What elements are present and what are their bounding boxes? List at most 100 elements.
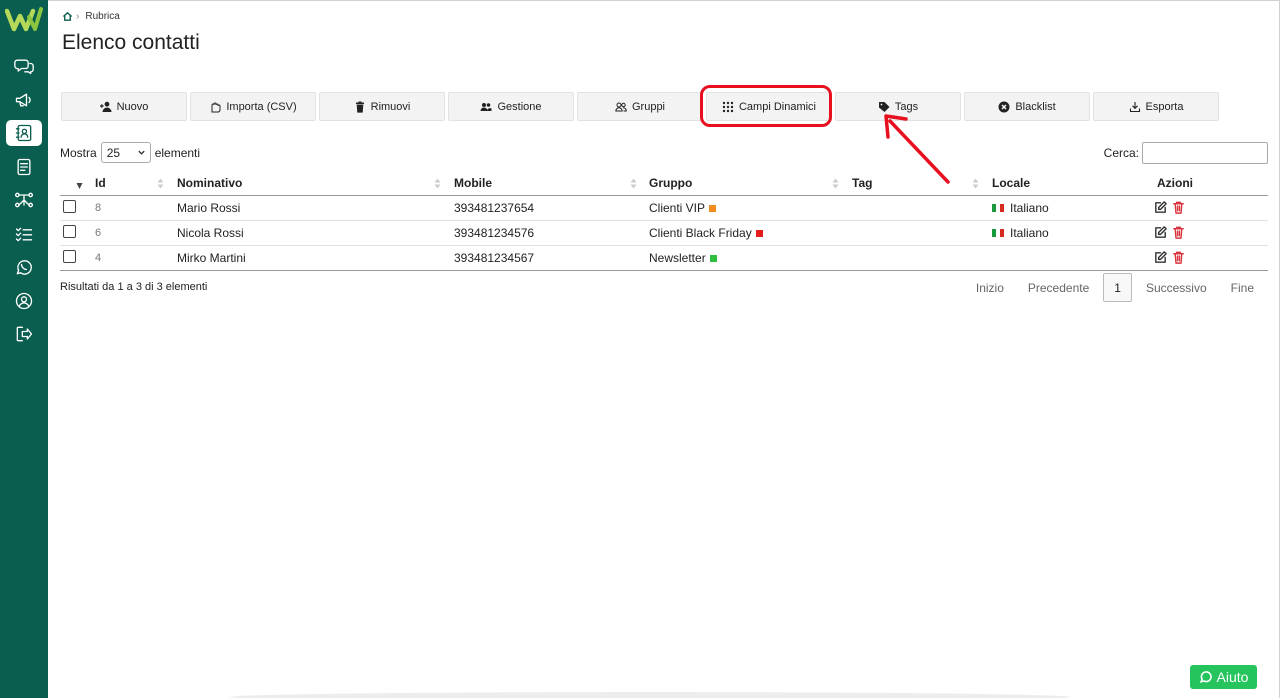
download-icon <box>1129 101 1140 112</box>
checklist-icon <box>15 227 33 242</box>
locale-label: Italiano <box>1010 225 1049 240</box>
cell-locale: Italiano <box>992 220 1153 246</box>
manage-label: Gestione <box>497 100 542 113</box>
group-color-swatch <box>709 254 717 262</box>
users-outline-icon <box>615 102 627 111</box>
header-name[interactable]: Nominativo <box>177 172 454 196</box>
chat-bubbles-icon <box>14 59 34 75</box>
page-title: Elenco contatti <box>62 31 200 54</box>
header-locale[interactable]: Locale <box>992 172 1153 196</box>
user-plus-icon <box>99 101 112 112</box>
megaphone-icon <box>15 93 31 107</box>
nav-profile[interactable] <box>6 288 42 314</box>
nav-contacts[interactable] <box>6 120 42 146</box>
cell-name: Nicola Rossi <box>177 220 454 246</box>
cell-locale: Italiano <box>992 195 1153 221</box>
cell-tag <box>852 195 992 221</box>
highlight-annotation <box>700 85 832 127</box>
table-header-row: Id Nominativo Mobile Gruppo Tag Locale A… <box>60 172 1268 196</box>
nav-flows[interactable] <box>6 187 42 213</box>
pager-next[interactable]: Successivo <box>1134 273 1219 302</box>
nav-tasks[interactable] <box>6 221 42 247</box>
nav-whatsapp[interactable] <box>6 254 42 280</box>
header-tag-label: Tag <box>852 176 873 191</box>
cell-mobile: 393481234567 <box>454 245 649 271</box>
cell-id: 4 <box>95 245 177 271</box>
edit-icon[interactable] <box>1153 225 1168 240</box>
search-input[interactable] <box>1142 142 1268 164</box>
bottom-shadow <box>230 692 1070 698</box>
cell-locale <box>992 245 1153 271</box>
header-id[interactable]: Id <box>95 172 177 196</box>
header-id-label: Id <box>95 176 106 191</box>
cell-tag <box>852 220 992 246</box>
header-mobile-label: Mobile <box>454 176 492 191</box>
group-color-swatch <box>755 229 763 237</box>
edit-icon[interactable] <box>1153 250 1168 265</box>
home-icon[interactable] <box>62 11 73 22</box>
row-checkbox[interactable] <box>63 249 76 263</box>
header-group[interactable]: Gruppo <box>649 172 852 196</box>
app-logo[interactable] <box>5 7 43 33</box>
page-size-control: Mostra 25 elementi <box>60 142 200 163</box>
show-suffix: elementi <box>154 145 201 160</box>
nav-templates[interactable] <box>6 154 42 180</box>
groups-button[interactable]: Gruppi <box>577 92 703 121</box>
results-summary: Risultati da 1 a 3 di 3 elementi <box>60 281 208 293</box>
import-csv-label: Importa (CSV) <box>226 100 297 113</box>
edit-icon[interactable] <box>1153 200 1168 215</box>
cell-tag <box>852 245 992 271</box>
pager-last[interactable]: Fine <box>1219 273 1266 302</box>
table-row[interactable]: 4 Mirko Martini 393481234567 Newsletter <box>60 245 1268 271</box>
cell-name: Mario Rossi <box>177 195 454 221</box>
address-book-icon <box>15 124 32 142</box>
cell-id: 8 <box>95 195 177 221</box>
toolbar: Nuovo Importa (CSV) Rimuovi Gestione Gru… <box>61 92 1219 121</box>
user-circle-icon <box>15 292 33 310</box>
row-checkbox[interactable] <box>63 199 76 213</box>
cell-mobile: 393481234576 <box>454 220 649 246</box>
export-button[interactable]: Esporta <box>1093 92 1219 121</box>
blacklist-button[interactable]: Blacklist <box>964 92 1090 121</box>
row-checkbox[interactable] <box>63 224 76 238</box>
italy-flag-icon <box>992 229 1004 238</box>
delete-icon[interactable] <box>1171 200 1186 215</box>
x-circle-icon <box>998 101 1010 112</box>
group-label: Clienti Black Friday <box>649 225 752 240</box>
cell-actions <box>1153 220 1268 246</box>
nav-logout[interactable] <box>6 321 42 347</box>
sort-icon <box>630 178 637 189</box>
whatsapp-icon <box>16 260 32 275</box>
manage-button[interactable]: Gestione <box>448 92 574 121</box>
search-label: Cerca: <box>1103 146 1139 160</box>
delete-icon[interactable] <box>1171 225 1186 240</box>
select-all-header[interactable] <box>60 172 95 196</box>
contacts-table: Id Nominativo Mobile Gruppo Tag Locale A… <box>60 172 1268 271</box>
header-mobile[interactable]: Mobile <box>454 172 649 196</box>
nav-campaigns[interactable] <box>6 87 42 113</box>
new-contact-button[interactable]: Nuovo <box>61 92 187 121</box>
pager-prev[interactable]: Precedente <box>1016 273 1101 302</box>
groups-label: Gruppi <box>631 100 666 113</box>
nav-chat[interactable] <box>6 53 42 79</box>
help-button[interactable]: Aiuto <box>1190 665 1257 689</box>
remove-button[interactable]: Rimuovi <box>319 92 445 121</box>
users-icon <box>480 102 492 111</box>
cell-actions <box>1153 195 1268 221</box>
blacklist-label: Blacklist <box>1015 100 1056 113</box>
page-size-select[interactable]: 25 <box>100 142 151 163</box>
pager-current[interactable]: 1 <box>1103 273 1132 302</box>
header-tag[interactable]: Tag <box>852 172 992 196</box>
sort-icon <box>434 178 441 189</box>
import-csv-button[interactable]: Importa (CSV) <box>190 92 316 121</box>
chevron-down-icon <box>138 150 145 155</box>
show-prefix: Mostra <box>60 145 97 160</box>
table-row[interactable]: 6 Nicola Rossi 393481234576 Clienti Blac… <box>60 220 1268 246</box>
trash-icon <box>355 101 364 113</box>
sort-desc-icon <box>76 183 83 189</box>
delete-icon[interactable] <box>1171 250 1186 265</box>
italy-flag-icon <box>992 204 1004 213</box>
document-icon <box>17 158 31 176</box>
table-row[interactable]: 8 Mario Rossi 393481237654 Clienti VIP I… <box>60 195 1268 221</box>
pager-first[interactable]: Inizio <box>964 273 1016 302</box>
